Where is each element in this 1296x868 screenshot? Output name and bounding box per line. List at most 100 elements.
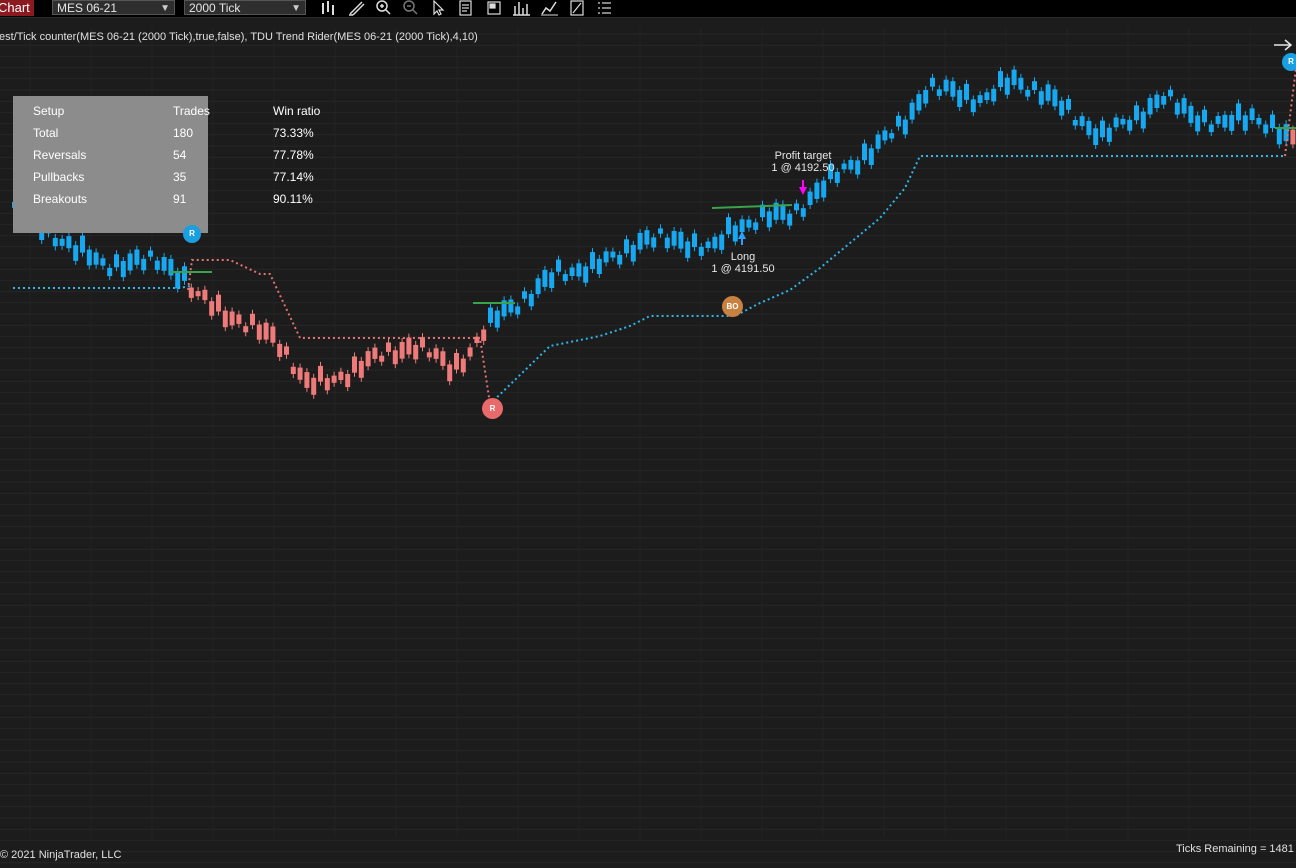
zoom-in-icon[interactable]: [374, 0, 394, 16]
profit-target-title: Profit target: [774, 150, 832, 162]
candle-body: [52, 237, 58, 247]
candle-body: [1127, 119, 1133, 131]
ticks-remaining: Ticks Remaining = 1481: [1176, 843, 1294, 855]
indicator-label: test/Tick counter(MES 06-21 (2000 Tick),…: [0, 31, 478, 43]
pointer-icon[interactable]: [429, 0, 449, 16]
reversal-marker[interactable]: R: [183, 225, 201, 243]
stats-row-trades: 180: [173, 126, 194, 140]
candle-body: [637, 232, 643, 250]
candle-body: [1106, 127, 1112, 142]
candle-body: [1032, 81, 1037, 90]
candle-body: [365, 351, 371, 367]
candle-body: [610, 251, 616, 258]
candle-body: [331, 375, 337, 383]
candle-body: [1134, 105, 1139, 121]
scroll-right-arrow-icon[interactable]: [1272, 38, 1294, 52]
draw-pencil-icon[interactable]: [347, 0, 367, 16]
candle-body: [909, 102, 915, 120]
candle-body: [270, 326, 276, 343]
candle-body: [1038, 91, 1044, 105]
candle-body: [195, 291, 201, 297]
bar-type-icon[interactable]: [320, 0, 340, 16]
candle-body: [1188, 105, 1194, 123]
interval-selector[interactable]: 2000 Tick ▼: [184, 0, 306, 15]
long-entry-fill: 1 @ 4191.50: [711, 263, 775, 275]
candle-body: [753, 222, 759, 230]
candle-body: [596, 258, 602, 274]
candle-body: [535, 278, 541, 295]
candle-body: [168, 259, 174, 276]
candle-body: [1195, 115, 1201, 132]
candle-body: [93, 252, 99, 265]
copyright-text: © 2021 NinjaTrader, LLC: [0, 849, 122, 861]
breakout-marker[interactable]: BO: [722, 296, 743, 317]
candle-body: [86, 249, 92, 266]
indicators-icon[interactable]: [512, 0, 532, 16]
strategies-icon[interactable]: [540, 0, 560, 16]
reversal-marker[interactable]: R: [1282, 53, 1296, 71]
templates-icon[interactable]: [485, 0, 505, 16]
candle-body: [447, 364, 453, 382]
candle-body: [1208, 124, 1214, 133]
candle-body: [433, 348, 439, 359]
candle-body: [454, 353, 459, 370]
stats-row-setup: Breakouts: [33, 192, 88, 206]
stats-header-trades: Trades: [173, 104, 210, 118]
candle-body: [515, 306, 521, 315]
candle-body: [794, 203, 799, 211]
candle-body: [882, 130, 888, 141]
list-icon[interactable]: [595, 0, 615, 16]
stats-header-setup: Setup: [33, 104, 65, 118]
candle-body: [780, 204, 786, 220]
candle-body: [154, 260, 160, 270]
candle-body: [862, 143, 867, 161]
candle-body: [692, 233, 697, 248]
candle-body: [399, 342, 405, 359]
candle-body: [739, 219, 745, 233]
candle-body: [916, 94, 922, 111]
long-entry-label: Long 1 @ 4191.50: [703, 251, 783, 275]
candle-body: [685, 241, 691, 258]
candle-body: [256, 324, 262, 340]
stats-row-win: 90.11%: [273, 192, 313, 206]
candle-body: [678, 231, 684, 249]
candle-body: [977, 95, 983, 103]
candle-body: [161, 257, 167, 271]
candle-body: [1079, 116, 1085, 127]
reversal-marker[interactable]: R: [482, 398, 503, 419]
object-list-icon[interactable]: [568, 0, 588, 16]
candle-body: [127, 253, 133, 271]
candle-body: [460, 358, 466, 373]
candle-body: [1263, 124, 1269, 134]
candle-body: [1113, 117, 1119, 128]
candle-body: [1059, 100, 1065, 116]
candle-body: [821, 180, 827, 198]
candle-body: [964, 83, 969, 100]
candle-body: [1236, 103, 1241, 121]
candle-body: [1222, 114, 1228, 128]
candle-body: [1290, 129, 1296, 145]
stats-table: Setup Trades Win ratio Total 180 73.33% …: [13, 96, 320, 233]
trend-trail-line: [13, 285, 191, 289]
stats-row-win: 73.33%: [273, 126, 314, 140]
candle-body: [1270, 114, 1275, 129]
candle-body: [868, 148, 874, 165]
chart-tab[interactable]: Chart: [0, 0, 34, 16]
candle-body: [807, 191, 813, 205]
properties-icon[interactable]: [457, 0, 477, 16]
profit-target-fill: 1 @ 4192.50: [771, 162, 835, 174]
candle-body: [664, 237, 670, 249]
candle-body: [508, 299, 514, 313]
stats-row-setup: Total: [33, 126, 59, 140]
instrument-selector[interactable]: MES 06-21 ▼: [52, 0, 175, 15]
candle-body: [984, 92, 990, 100]
candle-body: [1174, 102, 1180, 115]
zoom-out-icon[interactable]: [401, 0, 421, 16]
long-entry-title: Long: [730, 251, 756, 263]
candle-body: [1229, 114, 1235, 131]
candle-body: [1154, 94, 1160, 108]
candle-body: [243, 326, 249, 333]
stats-header-win-ratio: Win ratio: [273, 104, 321, 118]
candle-body: [80, 235, 85, 253]
candle-body: [1052, 89, 1058, 107]
